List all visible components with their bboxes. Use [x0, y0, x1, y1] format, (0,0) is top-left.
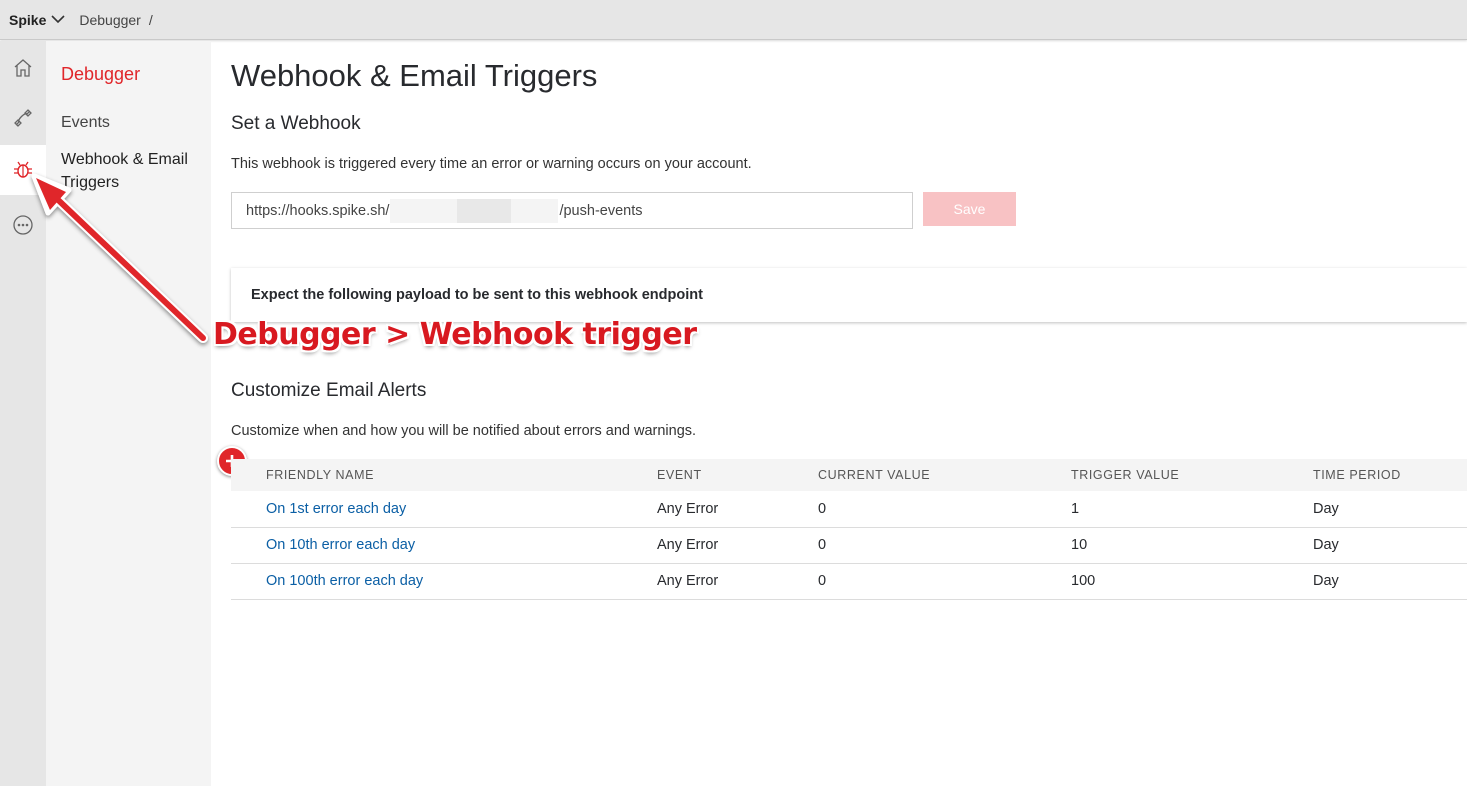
time-period-cell: Day [1313, 563, 1467, 600]
webhook-url-prefix: https://hooks.spike.sh/ [246, 202, 390, 219]
email-alerts-table: FRIENDLY NAME EVENT CURRENT VALUE TRIGGE… [231, 459, 1467, 600]
breadcrumb-separator: / [148, 11, 153, 28]
rail-item-home[interactable] [0, 43, 46, 93]
account-switcher[interactable]: Spike [9, 12, 65, 28]
sidebar-title: Debugger [61, 64, 141, 84]
table-row: On 10th error each day Any Error 0 10 Da… [231, 527, 1467, 564]
table-header-row: FRIENDLY NAME EVENT CURRENT VALUE TRIGGE… [231, 459, 1467, 491]
time-period-cell: Day [1313, 491, 1467, 528]
rail-item-more[interactable] [0, 200, 46, 250]
rail-item-debugger[interactable] [0, 145, 46, 195]
redacted-token [390, 198, 559, 223]
email-alerts-description: Customize when and how you will be notif… [231, 423, 697, 439]
annotation-label: Debugger > Webhook trigger [213, 317, 697, 352]
current-value-cell: 0 [818, 527, 1071, 564]
trigger-value-cell: 10 [1071, 527, 1313, 564]
breadcrumb-debugger[interactable]: Debugger [79, 12, 141, 28]
trigger-value-cell: 100 [1071, 563, 1313, 600]
save-button[interactable]: Save [923, 192, 1016, 226]
column-trigger-value: TRIGGER VALUE [1071, 468, 1180, 482]
top-bar: Spike Debugger / [0, 0, 1467, 40]
phone-icon [14, 109, 32, 127]
main-content: Webhook & Email Triggers Set a Webhook T… [211, 41, 1467, 786]
bug-icon [14, 161, 32, 178]
chevron-down-icon [51, 15, 65, 24]
time-period-cell: Day [1313, 527, 1467, 564]
debugger-sidebar: Debugger Events Webhook & Email Triggers [46, 41, 211, 786]
account-name: Spike [9, 11, 47, 28]
sidebar-item-webhook-email-triggers[interactable]: Webhook & Email Triggers [61, 148, 206, 194]
table-row: On 1st error each day Any Error 0 1 Day [231, 491, 1467, 528]
column-time-period: TIME PERIOD [1313, 468, 1401, 482]
webhook-heading: Set a Webhook [231, 113, 361, 134]
column-friendly-name: FRIENDLY NAME [266, 468, 375, 482]
event-cell: Any Error [657, 563, 818, 600]
webhook-url-suffix: /push-events [559, 202, 643, 219]
event-cell: Any Error [657, 527, 818, 564]
payload-accordion[interactable]: Expect the following payload to be sent … [231, 268, 1467, 322]
email-alerts-heading: Customize Email Alerts [231, 380, 427, 401]
home-icon [14, 59, 32, 77]
column-current-value: CURRENT VALUE [818, 468, 931, 482]
sidebar-item-events[interactable]: Events [61, 111, 110, 134]
webhook-description: This webhook is triggered every time an … [231, 156, 752, 172]
event-cell: Any Error [657, 491, 818, 528]
current-value-cell: 0 [818, 491, 1071, 528]
page-title: Webhook & Email Triggers [231, 58, 598, 93]
more-icon [13, 215, 33, 235]
icon-rail [0, 41, 46, 786]
trigger-name-link[interactable]: On 1st error each day [266, 501, 406, 517]
current-value-cell: 0 [818, 563, 1071, 600]
trigger-value-cell: 1 [1071, 491, 1313, 528]
webhook-url-input[interactable]: https://hooks.spike.sh/ /push-events [231, 192, 913, 229]
rail-item-voice[interactable] [0, 93, 46, 143]
table-row: On 100th error each day Any Error 0 100 … [231, 563, 1467, 600]
column-event: EVENT [657, 468, 702, 482]
trigger-name-link[interactable]: On 100th error each day [266, 573, 423, 589]
trigger-name-link[interactable]: On 10th error each day [266, 537, 415, 553]
